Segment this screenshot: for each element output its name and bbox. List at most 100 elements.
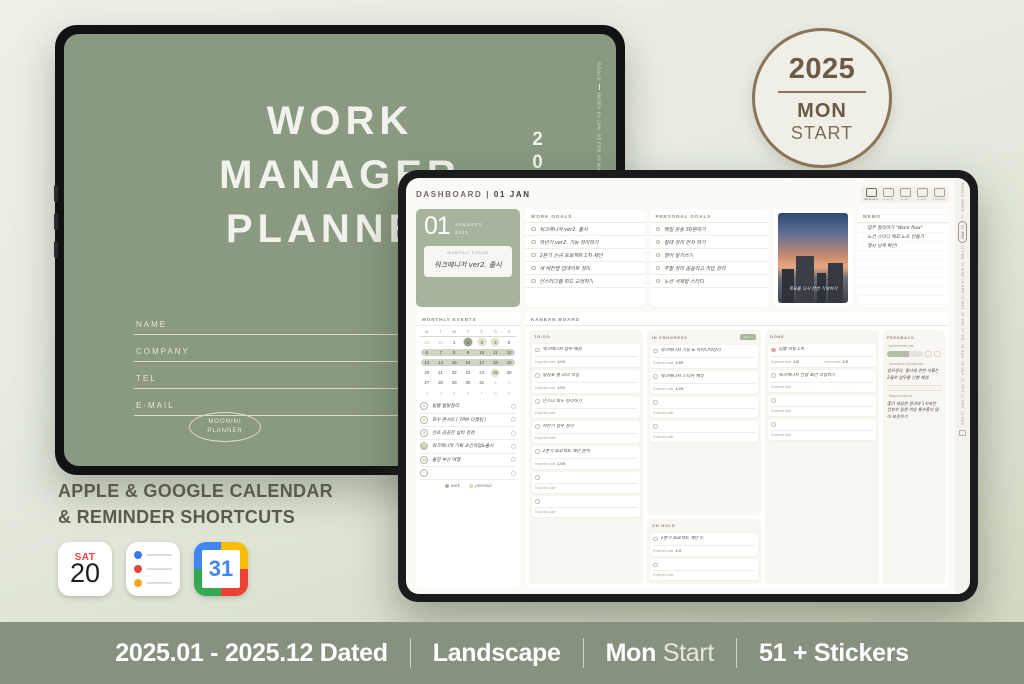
kanban-card[interactable]: Expected date	[532, 495, 640, 517]
calendar-day[interactable]: 7	[434, 347, 448, 357]
event-row[interactable]: 1 팀별 월말정리	[420, 400, 516, 414]
checkbox-icon[interactable]	[655, 239, 660, 245]
calendar-day[interactable]: 27	[420, 378, 434, 388]
goal-item[interactable]: 인스타그램 피드 교정하기	[525, 275, 645, 288]
month-tab-03-mar[interactable]: 03 MAR	[961, 262, 965, 277]
calendar-day[interactable]: 14	[434, 357, 448, 367]
month-tab-01-jan[interactable]: 01 JAN	[958, 221, 967, 244]
checkbox-icon[interactable]	[531, 265, 536, 271]
cover-tab-goals[interactable]: GOALS	[597, 62, 602, 81]
calendar-day[interactable]: 15	[447, 357, 461, 367]
month-tab-04-apr[interactable]: 04 APR	[961, 279, 965, 294]
calendar-day[interactable]: 1	[447, 337, 461, 347]
incomplete-text[interactable]: 업무정리, 출시에 관한 서류는 2월로 업무를 진행 예정.	[887, 368, 941, 381]
kanban-card[interactable]: 인스타 피드 정리하기 Expected date	[532, 395, 640, 418]
kanban-checkbox-icon[interactable]	[653, 400, 658, 405]
calendar-day[interactable]: 24	[475, 368, 489, 378]
achievement-rate-bar[interactable]	[887, 350, 941, 357]
kanban-card[interactable]: Expected date	[532, 471, 640, 493]
calendar-day[interactable]: 5	[502, 337, 516, 347]
kanban-checkbox-icon[interactable]	[653, 424, 658, 429]
goal-item[interactable]: 침대 정리 먼저 하기	[649, 236, 769, 249]
kanban-checkbox-icon[interactable]	[535, 475, 540, 480]
kanban-card[interactable]: 하반기 업무 정리 Expected date	[532, 420, 640, 443]
month-tab-09-sep[interactable]: 09 SEP	[961, 361, 965, 376]
calendar-day[interactable]: 3	[475, 337, 489, 347]
month-tab-05-may[interactable]: 05 MAY	[961, 295, 965, 310]
goal-item[interactable]: 2분기 신규 프로젝트 1차 제안	[525, 249, 645, 262]
month-tab-12-dec[interactable]: 12 DEC	[961, 411, 965, 426]
calendar-day[interactable]: 23	[461, 368, 475, 378]
checkbox-icon[interactable]	[531, 278, 536, 284]
nav-checklist-icon[interactable]: weekly	[898, 188, 912, 201]
add-event-icon[interactable]	[511, 417, 516, 423]
checkbox-icon[interactable]	[655, 278, 660, 284]
add-event-icon[interactable]	[511, 470, 516, 476]
add-event-icon[interactable]	[511, 443, 516, 449]
calendar-day[interactable]: 30	[420, 337, 434, 347]
month-tab-index[interactable]: INDEX	[961, 199, 965, 212]
kanban-checkbox-icon[interactable]	[535, 499, 540, 504]
cover-tab-index[interactable]: INDEX	[597, 93, 602, 110]
calendar-day[interactable]: 9	[461, 347, 475, 357]
calendar-day[interactable]: 19	[502, 357, 516, 367]
kanban-card[interactable]: Expected date	[768, 418, 876, 440]
calendar-day[interactable]: 13	[420, 357, 434, 367]
goal-item[interactable]: 노션 서재함 스터디	[649, 275, 769, 288]
goal-item[interactable]: 하반기 ver2. 기능 정리하기	[525, 236, 645, 249]
calendar-day[interactable]: 31	[434, 337, 448, 347]
memo-card[interactable]: MEMO · 업무 정리하기 "Work flow" · 노션 스터디 메모 노트 …	[857, 209, 949, 307]
calendar-day[interactable]: 20	[420, 368, 434, 378]
kanban-card[interactable]: 일정표 틀 미리 작성 Expected date 1/12	[532, 369, 640, 393]
kanban-card[interactable]: 2분기 프로젝트 제안 ① Expected date 1/9	[650, 533, 758, 556]
kanban-card[interactable]: Expected date	[650, 420, 758, 442]
kanban-card[interactable]: 워크매니저 기능 & 아이디어정리 Expected date 1/09	[650, 345, 758, 368]
kanban-card[interactable]: Expected date	[650, 559, 758, 580]
calendar-day[interactable]: 18	[489, 357, 503, 367]
kanban-checkbox-icon[interactable]	[535, 449, 540, 454]
calendar-day[interactable]: 28	[434, 378, 448, 388]
checkbox-icon[interactable]	[531, 239, 536, 245]
calendar-day[interactable]: 17	[475, 357, 489, 367]
calendar-day[interactable]: 1	[489, 378, 503, 388]
kanban-checkbox-icon[interactable]	[771, 347, 776, 352]
calendar-day[interactable]: 22	[447, 368, 461, 378]
kanban-checkbox-icon[interactable]	[771, 398, 776, 403]
kanban-card[interactable]: 2분기 프로젝트 제안 준비 Expected date 1/18	[532, 445, 640, 469]
event-row[interactable]	[420, 467, 516, 481]
kanban-checkbox-icon[interactable]	[535, 399, 540, 404]
kanban-card[interactable]: 워크매니저 업무 배정 Expected date 1/10	[532, 344, 640, 367]
add-event-icon[interactable]	[511, 430, 516, 436]
kanban-card[interactable]: 팀별 미팅 1차 Expected date 1/5 Actual date 1/5	[768, 344, 876, 367]
checkbox-icon[interactable]	[655, 226, 660, 232]
nav-home-icon[interactable]: dashboard	[864, 188, 878, 201]
event-row[interactable]: 기획 미팅 워크매니저 기획 초안작업&출시	[420, 440, 516, 454]
month-tab-06-jun[interactable]: 06 JUN	[961, 312, 965, 326]
kanban-checkbox-icon[interactable]	[535, 347, 540, 352]
month-tab-08-aug[interactable]: 08 AUG	[961, 344, 965, 359]
calendar-day[interactable]: 7	[475, 388, 489, 398]
calendar-day[interactable]: 2	[461, 337, 475, 347]
kanban-checkbox-icon[interactable]	[535, 373, 540, 378]
month-tab-11-nov[interactable]: 11 NOV	[961, 394, 965, 409]
calendar-day[interactable]: 6	[461, 388, 475, 398]
kanban-checkbox-icon[interactable]	[771, 422, 776, 427]
checkbox-icon[interactable]	[655, 265, 660, 271]
kanban-checkbox-icon[interactable]	[653, 562, 658, 567]
event-row[interactable]: 14 출장 부산 여행	[420, 454, 516, 467]
goal-item[interactable]: 매일 운동 30분하기	[649, 223, 769, 236]
add-event-icon[interactable]	[511, 403, 516, 409]
calendar-day[interactable]: 5	[447, 388, 461, 398]
photo-card[interactable]: 목표를 다시 한번 기억하기	[774, 209, 852, 307]
month-tab-goals[interactable]: GOALS	[961, 183, 965, 197]
calendar-day[interactable]: 21	[434, 368, 448, 378]
calendar-day[interactable]: 4	[434, 388, 448, 398]
checkbox-icon[interactable]	[655, 252, 660, 258]
kanban-checkbox-icon[interactable]	[535, 424, 540, 429]
checkbox-icon[interactable]	[531, 226, 536, 232]
calendar-day[interactable]: 31	[475, 378, 489, 388]
calendar-day[interactable]: 9	[502, 388, 516, 398]
calendar-day[interactable]: 10	[475, 347, 489, 357]
calendar-day[interactable]: 11	[489, 347, 503, 357]
calendar-day[interactable]: 2	[502, 378, 516, 388]
